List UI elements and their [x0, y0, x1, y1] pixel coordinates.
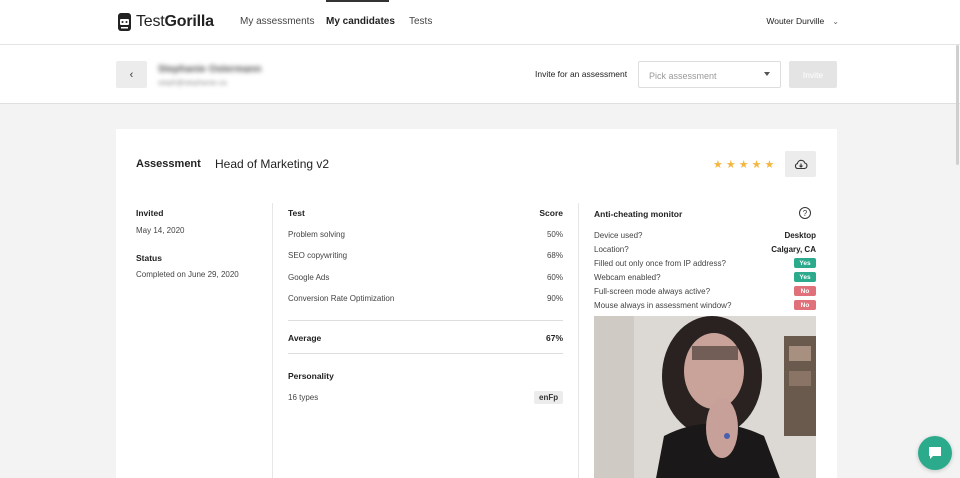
average-value: 67%: [545, 333, 563, 343]
assessment-name: Head of Marketing v2: [215, 157, 330, 171]
star-icon[interactable]: ★: [752, 158, 762, 171]
tests-header: Test Score: [288, 208, 563, 218]
nav-my-assessments[interactable]: My assessments: [240, 16, 314, 27]
anti-cheating-question: Device used?: [594, 231, 643, 240]
divider: [288, 353, 563, 354]
anti-cheating-row: Location? Calgary, CA: [594, 245, 816, 254]
invited-label: Invited: [136, 208, 164, 218]
anti-cheating-title: Anti-cheating monitor: [594, 209, 683, 219]
status-label: Status: [136, 253, 162, 263]
help-icon[interactable]: ?: [799, 207, 811, 219]
test-name: SEO copywriting: [288, 251, 348, 260]
test-name: Google Ads: [288, 273, 330, 282]
webcam-snapshot[interactable]: [594, 316, 816, 478]
column-divider: [272, 203, 273, 478]
rating-stars[interactable]: ★ ★ ★ ★ ★: [713, 158, 774, 171]
logo-wordmark: TestGorilla: [136, 13, 214, 30]
test-row[interactable]: SEO copywriting 68%: [288, 251, 563, 260]
testgorilla-logo[interactable]: TestGorilla: [117, 10, 214, 34]
test-name: Problem solving: [288, 230, 345, 239]
anti-cheating-question: Webcam enabled?: [594, 273, 661, 282]
candidate-email: steph@stephanie.ca: [158, 78, 227, 87]
cloud-download-icon: [794, 159, 807, 169]
anti-cheating-row: Webcam enabled? Yes: [594, 272, 816, 282]
chevron-left-icon: ‹: [129, 68, 134, 81]
yes-badge: Yes: [794, 272, 816, 282]
anti-cheating-row: Device used? Desktop: [594, 231, 816, 240]
anti-cheating-answer: Calgary, CA: [771, 245, 816, 254]
anti-cheating-question: Filled out only once from IP address?: [594, 259, 726, 268]
user-name: Wouter Durville: [766, 16, 825, 26]
personality-row[interactable]: 16 types: [288, 393, 563, 402]
gorilla-logo-icon: [118, 13, 131, 31]
assessment-card: Assessment Head of Marketing v2 ★ ★ ★ ★ …: [116, 129, 837, 478]
personality-test-name: 16 types: [288, 393, 319, 402]
anti-cheating-answer: Desktop: [784, 231, 816, 240]
page-scrollbar[interactable]: [956, 45, 959, 165]
average-row: Average 67%: [288, 333, 563, 343]
personality-header: Personality: [288, 371, 563, 381]
test-score: 60%: [546, 273, 563, 282]
nav-my-candidates[interactable]: My candidates: [326, 16, 395, 27]
anti-cheating-question: Location?: [594, 245, 629, 254]
webcam-image: [594, 316, 816, 478]
anti-cheating-row: Mouse always in assessment window? No: [594, 300, 816, 310]
personality-label: Personality: [288, 371, 334, 381]
invited-date: May 14, 2020: [136, 226, 185, 235]
test-score: 68%: [546, 251, 563, 260]
anti-cheating-row: Full-screen mode always active? No: [594, 286, 816, 296]
user-menu[interactable]: Wouter Durville ⌄: [766, 16, 839, 26]
anti-cheating-row: Filled out only once from IP address? Ye…: [594, 258, 816, 268]
no-badge: No: [794, 286, 816, 296]
yes-badge: Yes: [794, 258, 816, 268]
chat-button[interactable]: [918, 436, 952, 470]
star-icon[interactable]: ★: [726, 158, 736, 171]
test-score: 90%: [546, 294, 563, 303]
star-icon[interactable]: ★: [739, 158, 749, 171]
back-button[interactable]: ‹: [116, 61, 147, 88]
no-badge: No: [794, 300, 816, 310]
invite-label: Invite for an assessment: [535, 69, 628, 79]
invite-button[interactable]: Invite: [789, 61, 837, 88]
score-column-header: Score: [539, 208, 563, 218]
column-divider: [578, 203, 579, 478]
candidate-name: Stephanie Ostermann: [158, 64, 262, 75]
personality-type-badge: enFp: [534, 391, 564, 404]
test-row[interactable]: Google Ads 60%: [288, 273, 563, 282]
anti-cheating-question: Full-screen mode always active?: [594, 287, 711, 296]
pick-assessment-select[interactable]: Pick assessment: [638, 61, 781, 88]
caret-down-icon: [764, 72, 770, 76]
download-button[interactable]: [785, 151, 816, 177]
test-score: 50%: [546, 230, 563, 239]
candidate-header: ‹ Stephanie Ostermann steph@stephanie.ca…: [0, 45, 960, 104]
test-column-header: Test: [288, 208, 305, 218]
test-row[interactable]: Conversion Rate Optimization 90%: [288, 294, 563, 303]
top-navigation: TestGorilla My assessments My candidates…: [0, 0, 960, 45]
star-icon[interactable]: ★: [765, 158, 775, 171]
assessment-label: Assessment: [136, 158, 201, 170]
nav-tests[interactable]: Tests: [409, 16, 432, 27]
status-value: Completed on June 29, 2020: [136, 270, 239, 279]
average-label: Average: [288, 333, 322, 343]
pick-assessment-placeholder: Pick assessment: [649, 71, 717, 81]
divider: [288, 320, 563, 321]
anti-cheating-question: Mouse always in assessment window?: [594, 301, 732, 310]
star-icon[interactable]: ★: [713, 158, 723, 171]
active-nav-indicator: [326, 0, 389, 2]
chevron-down-icon: ⌄: [832, 16, 839, 26]
test-name: Conversion Rate Optimization: [288, 294, 395, 303]
chat-bubble-icon: [929, 447, 941, 459]
test-row[interactable]: Problem solving 50%: [288, 230, 563, 239]
